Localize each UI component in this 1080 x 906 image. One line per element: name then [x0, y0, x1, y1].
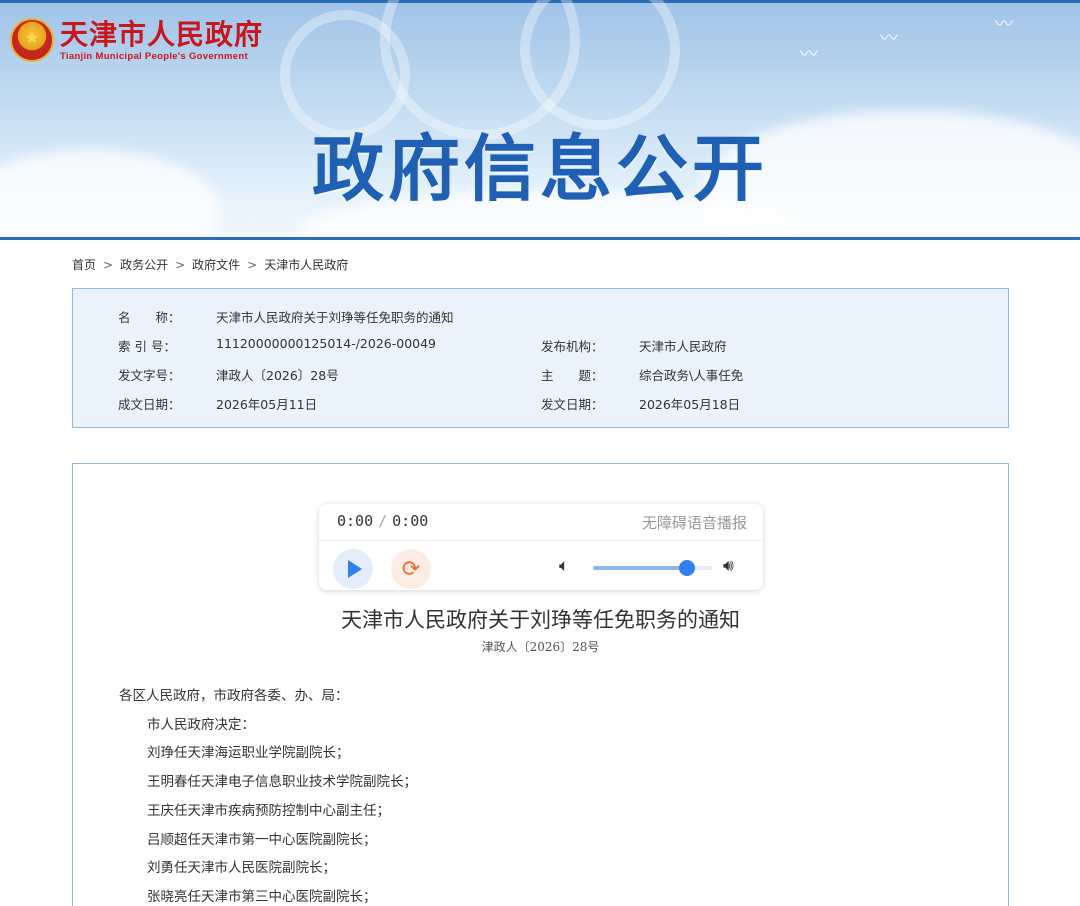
- document-paragraph: 刘琤任天津海运职业学院副院长；: [147, 745, 350, 762]
- volume-slider[interactable]: [593, 560, 713, 576]
- meta-value-publisher: 天津市人民政府: [639, 339, 727, 354]
- meta-row-published-date: 发文日期： 2026年05月18日: [541, 394, 740, 413]
- meta-label: 主 题：: [541, 368, 604, 383]
- meta-label: 发文字号：: [118, 368, 181, 383]
- tts-label: 无障碍语音播报: [641, 514, 747, 532]
- page-banner-title: 政府信息公开: [311, 127, 768, 211]
- play-button[interactable]: [333, 549, 373, 589]
- loop-button[interactable]: ⟳: [391, 549, 431, 589]
- player-duration: 0:00: [392, 512, 429, 530]
- meta-row-written-date: 成文日期： 2026年05月11日: [118, 394, 317, 413]
- document-paragraph: 王庆任天津市疾病预防控制中心副主任；: [147, 802, 390, 819]
- bird-decoration: 〰: [880, 28, 898, 49]
- player-time: 0:00/0:00: [337, 512, 428, 530]
- meta-value-written-date: 2026年05月11日: [216, 397, 318, 412]
- site-logo[interactable]: 天津市人民政府 Tianjin Municipal People's Gover…: [10, 18, 263, 62]
- meta-row-publisher: 发布机构： 天津市人民政府: [541, 336, 727, 355]
- document-meta-box: 名 称： 天津市人民政府关于刘琤等任免职务的通知 索 引 号： 11120000…: [72, 288, 1009, 428]
- document-salutation: 各区人民政府，市政府各委、办、局：: [119, 688, 349, 704]
- breadcrumb-home[interactable]: 首页: [72, 256, 96, 273]
- breadcrumb: 首页 > 政务公开 > 政府文件 > 天津市人民政府: [72, 256, 348, 273]
- meta-label: 索 引 号：: [118, 339, 176, 354]
- breadcrumb-gov-affairs[interactable]: 政务公开: [120, 256, 168, 273]
- document-paragraph: 张晓亮任天津市第三中心医院副院长；: [147, 888, 377, 905]
- document-paragraph: 刘勇任天津市人民医院副院长；: [147, 860, 336, 877]
- logo-title-cn: 天津市人民政府: [60, 17, 264, 51]
- breadcrumb-separator: >: [247, 257, 258, 272]
- loop-icon: ⟳: [401, 556, 421, 582]
- meta-row-name: 名 称： 天津市人民政府关于刘琤等任免职务的通知: [118, 307, 454, 326]
- document-content-panel: 0:00/0:00 无障碍语音播报 ⟳ 🔈︎ 🔊︎ 天津市人民政府关于刘琤等任免…: [72, 463, 1009, 906]
- document-title: 天津市人民政府关于刘琤等任免职务的通知: [341, 608, 740, 632]
- volume-slider-handle[interactable]: [678, 560, 695, 576]
- breadcrumb-separator: >: [103, 257, 114, 272]
- breadcrumb-separator: >: [175, 257, 186, 272]
- player-current-time: 0:00: [337, 512, 374, 530]
- document-paragraph: 市人民政府决定：: [147, 716, 255, 733]
- player-time-separator: /: [378, 512, 388, 530]
- meta-label: 成文日期：: [118, 397, 181, 412]
- meta-row-index: 索 引 号： 11120000000125014-/2026-00049: [118, 336, 436, 355]
- meta-value-topic: 综合政务\人事任免: [639, 368, 744, 383]
- meta-value-name: 天津市人民政府关于刘琤等任免职务的通知: [216, 310, 454, 325]
- bird-decoration: 〰: [995, 14, 1013, 35]
- national-emblem-icon: [10, 18, 54, 62]
- meta-row-doc-no: 发文字号： 津政人〔2026〕28号: [118, 365, 339, 384]
- meta-value-index: 11120000000125014-/2026-00049: [216, 336, 437, 351]
- audio-player: 0:00/0:00 无障碍语音播报 ⟳ 🔈︎ 🔊︎: [319, 504, 763, 590]
- meta-value-doc-no: 津政人〔2026〕28号: [216, 368, 339, 383]
- document-paragraph: 王明春任天津电子信息职业技术学院副院长；: [147, 774, 417, 791]
- document-body: 各区人民政府，市政府各委、办、局： 市人民政府决定： 刘琤任天津海运职业学院副院…: [119, 682, 417, 906]
- document-paragraph: 吕顺超任天津市第一中心医院副院长；: [147, 831, 377, 848]
- meta-row-topic: 主 题： 综合政务\人事任免: [541, 365, 743, 384]
- logo-title-en: Tianjin Municipal People's Government: [60, 50, 248, 62]
- meta-label: 名 称：: [118, 310, 181, 325]
- breadcrumb-current[interactable]: 天津市人民政府: [264, 256, 348, 273]
- volume-slider-fill: [593, 566, 687, 570]
- header-banner: 〰 〰 〰 天津市人民政府 Tianjin Municipal People's…: [0, 0, 1080, 240]
- player-divider: [319, 540, 763, 541]
- breadcrumb-gov-documents[interactable]: 政府文件: [192, 256, 240, 273]
- document-number: 津政人〔2026〕28号: [481, 640, 600, 654]
- meta-value-published-date: 2026年05月18日: [639, 397, 741, 412]
- volume-low-icon[interactable]: 🔈︎: [559, 556, 569, 576]
- meta-label: 发文日期：: [541, 397, 604, 412]
- meta-label: 发布机构：: [541, 339, 604, 354]
- bird-decoration: 〰: [800, 44, 818, 65]
- volume-high-icon[interactable]: 🔊︎: [723, 556, 734, 576]
